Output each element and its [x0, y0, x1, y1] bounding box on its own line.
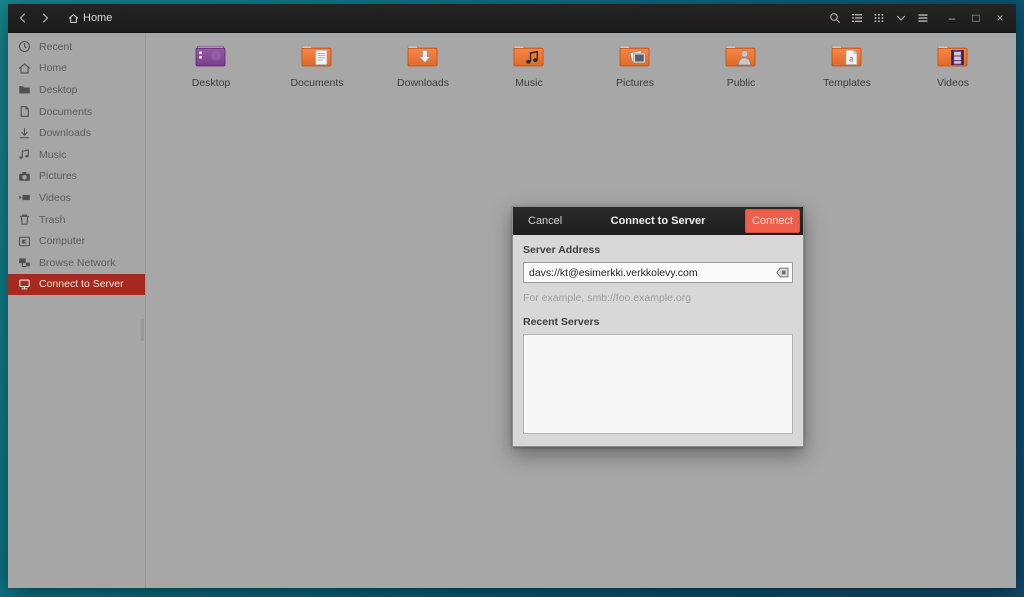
file-item-label: Downloads: [397, 77, 449, 89]
breadcrumb-label: Home: [83, 12, 113, 24]
folder-public-icon: [724, 42, 758, 72]
connect-to-server-dialog: Cancel Connect to Server Connect Server …: [512, 206, 804, 447]
file-item-label: Music: [515, 77, 543, 89]
file-list-area[interactable]: Desktop Documents Downloads Music Pictures Pu…: [146, 33, 1016, 588]
sidebar-item-browse-network[interactable]: Browse Network: [8, 252, 145, 274]
breadcrumb-home-button[interactable]: Home: [62, 8, 120, 28]
server-address-label: Server Address: [523, 244, 601, 256]
folder-templates-icon: a: [830, 42, 864, 72]
folder-desktop-icon: [194, 42, 228, 72]
headerbar-left-group: Home: [12, 8, 120, 28]
computer-icon: [17, 234, 31, 248]
headerbar-right-group: – □ ×: [824, 8, 1012, 28]
sidebar: Recent Home Desktop Documents Downloads Music…: [8, 33, 146, 588]
sidebar-item-pictures[interactable]: Pictures: [8, 166, 145, 188]
folder-icon: [17, 83, 31, 97]
window-headerbar: Home – □ ×: [8, 4, 1016, 33]
file-item-label: Pictures: [616, 77, 654, 89]
music-icon: [17, 148, 31, 162]
file-item-label: Documents: [290, 77, 344, 89]
sidebar-item-label: Connect to Server: [39, 278, 124, 291]
dialog-headerbar: Cancel Connect to Server Connect: [513, 207, 803, 235]
svg-text:a: a: [849, 53, 853, 63]
trash-icon: [17, 213, 31, 227]
folder-videos-icon: [936, 42, 970, 72]
server-address-input[interactable]: [529, 266, 775, 279]
file-icon-grid: Desktop Documents Downloads Music Pictures Pu…: [146, 39, 1016, 106]
video-icon: [17, 191, 31, 205]
file-item-downloads[interactable]: Downloads: [370, 39, 476, 106]
search-icon[interactable]: [825, 8, 845, 28]
sidebar-item-downloads[interactable]: Downloads: [8, 122, 145, 144]
sidebar-item-computer[interactable]: Computer: [8, 230, 145, 252]
file-item-desktop[interactable]: Desktop: [158, 39, 264, 106]
download-icon: [17, 126, 31, 140]
desktop-background: Home – □ × Recent Home Desktop Documents…: [0, 0, 1024, 597]
sidebar-item-label: Pictures: [39, 170, 77, 183]
sidebar-item-recent[interactable]: Recent: [8, 36, 145, 58]
document-icon: [17, 105, 31, 119]
sidebar-list: Recent Home Desktop Documents Downloads Music…: [8, 36, 145, 296]
forward-arrow-icon[interactable]: [34, 8, 56, 28]
grid-view-icon[interactable]: [869, 8, 889, 28]
hamburger-menu-icon[interactable]: [913, 8, 933, 28]
folder-pictures-icon: [618, 42, 652, 72]
file-item-label: Public: [726, 77, 756, 89]
home-icon: [17, 61, 31, 75]
sidebar-item-label: Trash: [39, 213, 66, 226]
file-item-videos[interactable]: Videos: [900, 39, 1006, 106]
backspace-clear-icon[interactable]: [775, 266, 789, 280]
sidebar-item-documents[interactable]: Documents: [8, 101, 145, 123]
sidebar-item-label: Desktop: [39, 83, 78, 96]
server-address-hint: For example, smb://foo.example.org: [523, 292, 692, 304]
sidebar-item-connect-to-server[interactable]: Connect to Server: [8, 273, 145, 296]
minimize-button[interactable]: –: [942, 8, 962, 28]
file-manager-window: Home – □ × Recent Home Desktop Documents…: [8, 4, 1016, 588]
recent-servers-label: Recent Servers: [523, 316, 600, 328]
chevron-down-icon[interactable]: [891, 8, 911, 28]
folder-music-icon: [512, 42, 546, 72]
file-item-label: Desktop: [191, 77, 231, 89]
sidebar-item-label: Recent: [39, 40, 73, 53]
sidebar-item-home[interactable]: Home: [8, 58, 145, 80]
file-item-templates[interactable]: a Templates: [794, 39, 900, 106]
file-item-label: Templates: [823, 77, 871, 89]
sidebar-item-trash[interactable]: Trash: [8, 209, 145, 231]
sidebar-item-label: Downloads: [39, 127, 91, 140]
folder-downloads-icon: [406, 42, 440, 72]
sidebar-item-label: Documents: [39, 105, 93, 118]
sidebar-item-desktop[interactable]: Desktop: [8, 79, 145, 101]
window-body: Recent Home Desktop Documents Downloads Music…: [8, 33, 1016, 588]
sidebar-item-label: Home: [39, 62, 68, 75]
clock-icon: [17, 40, 31, 54]
dialog-body: Server Address For example, smb://foo.ex…: [513, 235, 803, 446]
sidebar-item-label: Computer: [39, 235, 86, 248]
sidebar-item-label: Music: [39, 148, 67, 161]
file-item-documents[interactable]: Documents: [264, 39, 370, 106]
network-icon: [17, 256, 31, 270]
file-item-public[interactable]: Public: [688, 39, 794, 106]
list-view-icon[interactable]: [847, 8, 867, 28]
camera-icon: [17, 169, 31, 183]
connect-button[interactable]: Connect: [745, 209, 800, 233]
sidebar-item-videos[interactable]: Videos: [8, 187, 145, 209]
file-item-label: Videos: [937, 77, 969, 89]
sidebar-scrollbar[interactable]: [141, 319, 144, 341]
sidebar-item-music[interactable]: Music: [8, 144, 145, 166]
back-arrow-icon[interactable]: [12, 8, 34, 28]
file-item-pictures[interactable]: Pictures: [582, 39, 688, 106]
home-icon: [68, 13, 79, 24]
recent-servers-list[interactable]: [523, 334, 793, 434]
file-item-music[interactable]: Music: [476, 39, 582, 106]
maximize-button[interactable]: □: [966, 8, 986, 28]
cancel-button[interactable]: Cancel: [519, 212, 571, 230]
folder-documents-icon: [300, 42, 334, 72]
server-address-field[interactable]: [523, 262, 793, 283]
sidebar-item-label: Videos: [39, 191, 71, 204]
sidebar-item-label: Browse Network: [39, 256, 116, 269]
close-button[interactable]: ×: [990, 8, 1010, 28]
server-icon: [17, 277, 31, 291]
